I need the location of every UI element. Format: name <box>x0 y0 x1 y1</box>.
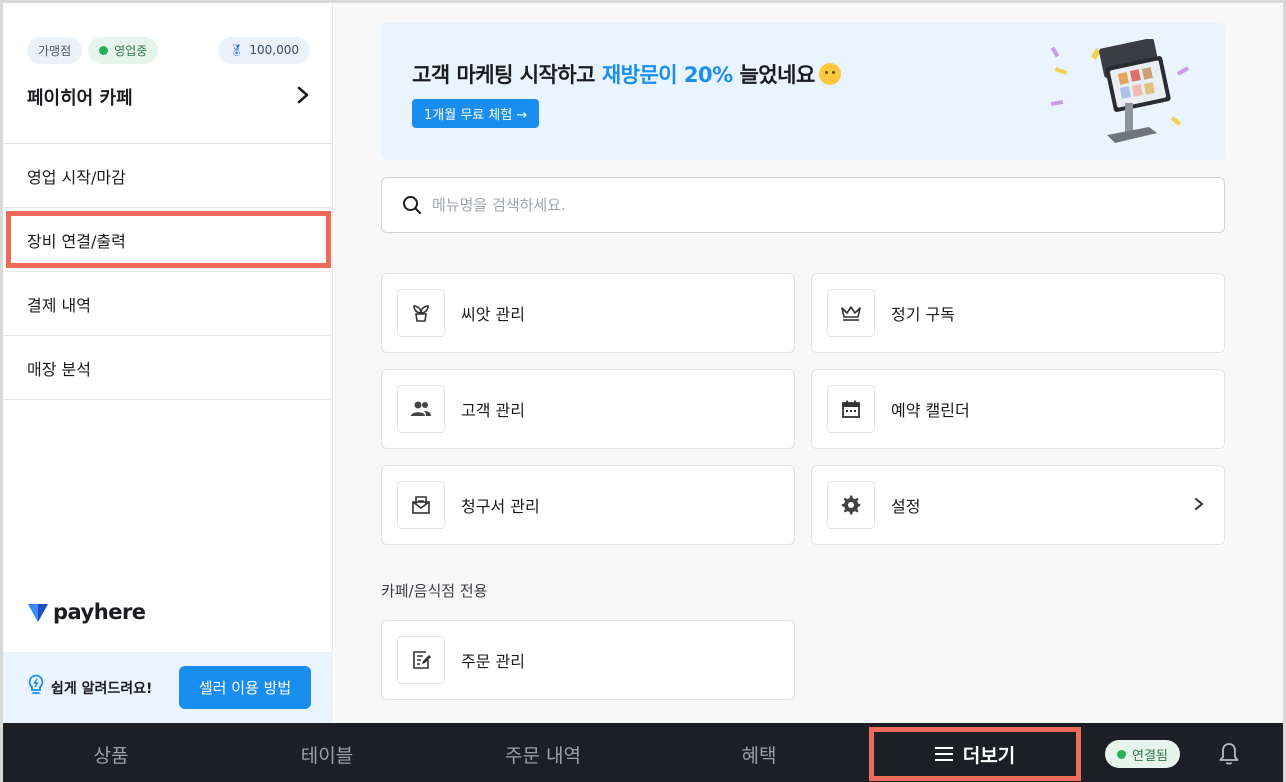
online-dot-icon <box>99 45 109 55</box>
card-order-management[interactable]: 주문 관리 <box>381 620 795 700</box>
banner-title: 고객 마케팅 시작하고 재방문이 20% 늘었네요 <box>412 59 841 89</box>
store-badges: 가맹점 영업중 🏅︎ 100,000 <box>27 36 310 64</box>
sidebar-item-label: 장비 연결/출력 <box>27 231 126 251</box>
tab-more[interactable]: 더보기 <box>869 727 1081 781</box>
banner-title-accent: 재방문이 20% <box>601 63 733 87</box>
tab-order-history[interactable]: 주문 내역 <box>435 723 651 782</box>
seller-guide-button[interactable]: 셀러 이용 방법 <box>179 666 311 709</box>
banner-title-suffix: 늘었네요 <box>732 63 815 87</box>
main-content: 고객 마케팅 시작하고 재방문이 20% 늘었네요 1개월 무료 체험 → 메뉴… <box>334 3 1283 723</box>
invoice-icon <box>397 481 445 529</box>
help-text: 쉽게 알려드려요! <box>51 680 153 697</box>
card-seed-management[interactable]: 씨앗 관리 <box>381 273 795 353</box>
payhere-logo: payhere <box>27 600 146 624</box>
lightbulb-icon <box>27 674 45 701</box>
people-icon <box>397 385 445 433</box>
card-label: 고객 관리 <box>461 401 525 420</box>
card-settings[interactable]: 설정 <box>811 465 1225 545</box>
sprout-icon <box>397 289 445 337</box>
card-customer-management[interactable]: 고객 관리 <box>381 369 795 449</box>
logo-text: payhere <box>53 600 146 624</box>
order-edit-icon <box>397 636 445 684</box>
gear-icon <box>827 481 875 529</box>
sidebar-item-label: 매장 분석 <box>27 359 91 379</box>
sidebar-item-business-open-close[interactable]: 영업 시작/마감 <box>3 144 332 208</box>
connection-status-label: 연결됨 <box>1132 748 1168 764</box>
tab-benefits[interactable]: 혜택 <box>651 723 867 782</box>
online-dot-icon <box>1117 749 1126 759</box>
card-label: 설정 <box>891 497 921 516</box>
bell-icon[interactable] <box>1218 742 1240 766</box>
card-label: 예약 캘린더 <box>891 401 970 420</box>
tab-more-label: 더보기 <box>962 744 1016 767</box>
franchise-badge: 가맹점 <box>27 36 83 64</box>
sidebar-item-store-analytics[interactable]: 매장 분석 <box>3 336 332 400</box>
card-label: 청구서 관리 <box>461 497 540 516</box>
menu-icon <box>934 747 953 761</box>
sidebar-item-label: 영업 시작/마감 <box>27 167 126 187</box>
menu-search-input[interactable] <box>432 196 1192 214</box>
status-badge-label: 영업중 <box>114 43 148 58</box>
card-label: 주문 관리 <box>461 652 525 671</box>
sidebar: 가맹점 영업중 🏅︎ 100,000 페이히어 카페 영업 시작/마감 장비 연… <box>3 3 333 723</box>
marketing-banner[interactable]: 고객 마케팅 시작하고 재방문이 20% 늘었네요 1개월 무료 체험 → <box>381 23 1225 160</box>
shushing-emoji-icon <box>818 63 841 85</box>
menu-search-box[interactable] <box>381 177 1225 233</box>
store-header: 가맹점 영업중 🏅︎ 100,000 페이히어 카페 <box>3 3 332 144</box>
tab-products[interactable]: 상품 <box>3 723 219 782</box>
search-icon <box>403 196 421 214</box>
card-label: 정기 구독 <box>891 305 955 324</box>
card-subscription[interactable]: 정기 구독 <box>811 273 1225 353</box>
store-selector[interactable]: 페이히어 카페 <box>27 84 310 110</box>
chevron-right-icon <box>296 85 310 110</box>
pos-device-illustration-icon <box>1050 39 1190 143</box>
app-window: 가맹점 영업중 🏅︎ 100,000 페이히어 카페 영업 시작/마감 장비 연… <box>0 0 1286 782</box>
sidebar-item-device-connection[interactable]: 장비 연결/출력 <box>3 208 332 272</box>
chevron-right-icon <box>1194 495 1204 516</box>
section-title-cafe: 카페/음식점 전용 <box>381 582 488 600</box>
card-label: 씨앗 관리 <box>461 305 525 324</box>
store-name: 페이히어 카페 <box>27 88 133 109</box>
points-badge[interactable]: 🏅︎ 100,000 <box>218 36 310 64</box>
help-bar: 쉽게 알려드려요! 셀러 이용 방법 <box>3 652 333 723</box>
free-trial-button[interactable]: 1개월 무료 체험 → <box>412 99 540 128</box>
points-value: 100,000 <box>249 43 299 57</box>
card-reservation-calendar[interactable]: 예약 캘린더 <box>811 369 1225 449</box>
crown-icon <box>827 289 875 337</box>
sidebar-item-payment-history[interactable]: 결제 내역 <box>3 272 332 336</box>
connection-status-badge[interactable]: 연결됨 <box>1105 740 1180 768</box>
card-invoice-management[interactable]: 청구서 관리 <box>381 465 795 545</box>
sidebar-item-label: 결제 내역 <box>27 295 91 315</box>
medal-icon: 🏅︎ <box>229 43 244 57</box>
bottom-nav: 상품 테이블 주문 내역 혜택 더보기 연결됨 <box>3 723 1283 782</box>
banner-title-prefix: 고객 마케팅 시작하고 <box>412 63 602 87</box>
payhere-logo-mark-icon <box>28 604 48 622</box>
status-badge: 영업중 <box>88 36 159 64</box>
calendar-icon <box>827 385 875 433</box>
tab-tables[interactable]: 테이블 <box>219 723 435 782</box>
